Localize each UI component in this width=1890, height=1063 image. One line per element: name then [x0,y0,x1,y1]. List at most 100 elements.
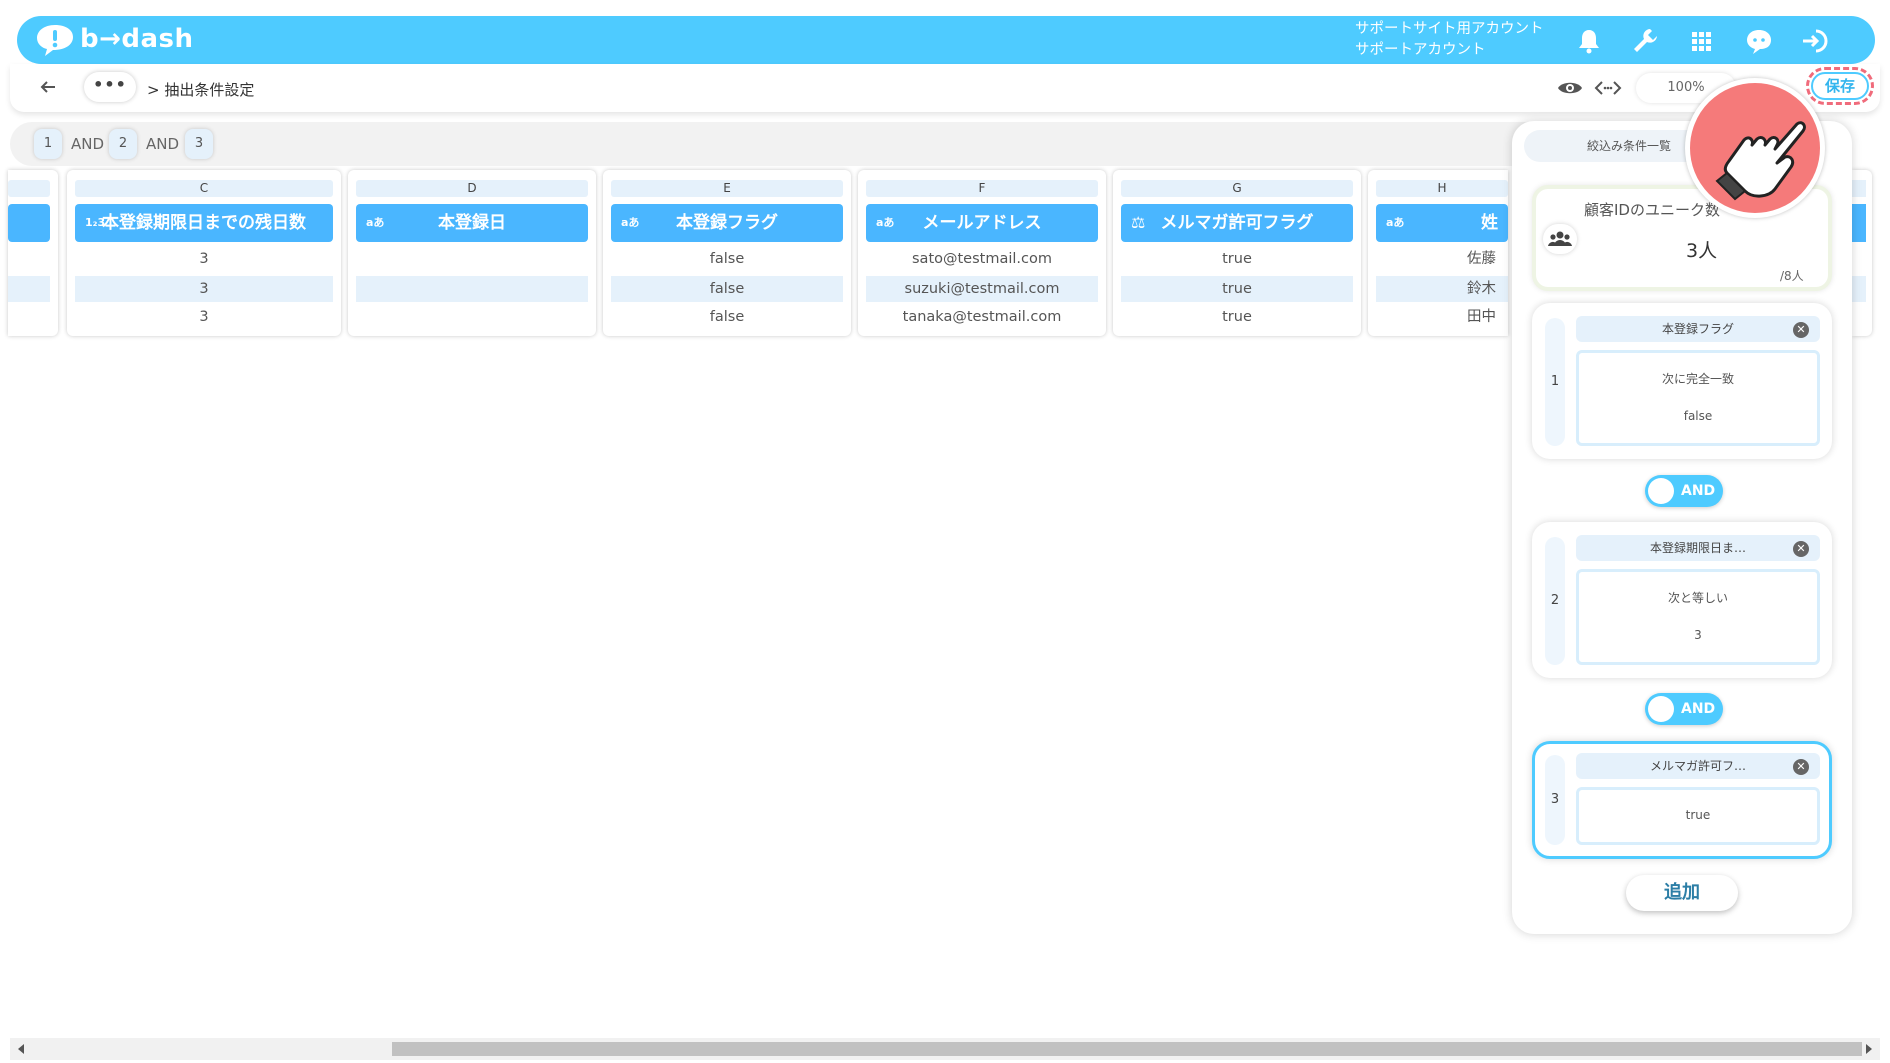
boolean-type-icon: ⚖ [1131,213,1146,232]
column-name: メールアドレス [922,213,1042,233]
column-letter: G [1121,180,1353,197]
table-column-g: G ⚖ メルマガ許可フラグ true true true [1113,170,1361,336]
and-toggle[interactable]: AND [1645,475,1723,507]
formula-and: AND [71,135,105,153]
logo-text: b→dash [80,24,194,54]
table-cell: 3 [75,276,333,302]
logout-icon[interactable] [1800,26,1830,56]
condition-operator: 次と等しい [1667,591,1728,605]
pointing-hand-icon [1715,121,1806,201]
table-cell: 3 [199,309,209,325]
unique-count-total: /8人 [1780,269,1804,283]
eye-icon[interactable] [1556,78,1584,98]
wrench-icon[interactable] [1630,26,1660,56]
breadcrumb: > 抽出条件設定 [147,81,255,99]
scroll-right-arrow-icon[interactable] [1866,1044,1872,1054]
scrollbar-thumb[interactable] [392,1042,1862,1056]
close-icon[interactable]: ✕ [1793,322,1809,338]
condition-number: 2 [1545,537,1565,665]
text-type-icon: aあ [876,216,895,229]
users-icon [1543,224,1577,254]
unique-count-label: 顧客IDのユニーク数 [1584,201,1720,219]
column-header[interactable]: ⚖ メルマガ許可フラグ [1121,204,1353,242]
column-letter [1852,180,1866,197]
table-cell [1852,276,1866,302]
table-cell: sato@testmail.com [912,251,1052,267]
text-type-icon: aあ [1386,216,1405,229]
bell-icon[interactable] [1574,26,1604,56]
table-cell: 3 [199,251,209,267]
table-cell: 田中 [1467,309,1496,325]
column-header[interactable]: aあ 本登録フラグ [611,204,843,242]
column-letter: F [866,180,1098,197]
account-site: サポートサイト用アカウント [1355,21,1544,37]
table-column-partial [8,170,58,336]
table-column-h: H aあ 姓 佐藤 鈴木 田中 [1368,170,1508,336]
table-cell: 鈴木 [1376,276,1508,302]
toggle-label: AND [1681,701,1716,717]
column-header[interactable] [8,204,50,242]
column-name: 本登録期限日までの残日数 [102,213,306,233]
table-cell: tanaka@testmail.com [902,309,1062,325]
column-name: 本登録フラグ [676,213,778,233]
and-toggle[interactable]: AND [1645,693,1723,725]
scroll-left-arrow-icon[interactable] [18,1044,24,1054]
column-letter: H [1376,180,1508,197]
formula-and: AND [146,135,180,153]
table-column-partial-right [1852,170,1872,336]
condition-value: true [1685,808,1711,822]
account-name: サポートアカウント [1355,42,1486,58]
table-cell: suzuki@testmail.com [866,276,1098,302]
table-column-d: D aあ 本登録日 [348,170,596,336]
column-header[interactable]: 1₂3 本登録期限日までの残日数 [75,204,333,242]
table-cell: 佐藤 [1467,251,1496,267]
code-view-icon[interactable] [1594,78,1622,98]
condition-body[interactable] [1576,569,1820,665]
table-cell [356,276,588,302]
back-arrow-icon[interactable] [37,76,59,98]
save-button[interactable]: 保存 [1811,72,1869,100]
condition-operator: 次に完全一致 [1661,372,1734,386]
formula-chip-2[interactable]: 2 [109,129,137,159]
column-name: 本登録日 [438,213,506,233]
unique-count-value: 3人 [1686,240,1718,262]
add-condition-button[interactable]: 追加 [1626,875,1738,911]
column-letter: C [75,180,333,197]
column-header[interactable]: aあ 姓 [1376,204,1508,242]
column-letter: D [356,180,588,197]
toggle-knob [1648,696,1674,722]
column-header[interactable] [1852,204,1866,242]
condition-number: 1 [1545,318,1565,446]
condition-title: メルマガ許可フ… [1576,753,1820,779]
more-button[interactable]: ••• [84,72,136,102]
formula-chip-3[interactable]: 3 [185,129,213,159]
text-type-icon: aあ [621,216,640,229]
apps-grid-icon[interactable] [1686,26,1716,56]
close-icon[interactable]: ✕ [1793,541,1809,557]
formula-chip-1[interactable]: 1 [34,129,62,159]
column-letter: E [611,180,843,197]
account-info[interactable]: サポートサイト用アカウント サポートアカウント [1355,19,1544,61]
text-type-icon: aあ [366,216,385,229]
table-cell: false [709,309,745,325]
column-letter [8,180,50,197]
table-cell [356,304,588,330]
table-cell: false [611,276,843,302]
close-icon[interactable]: ✕ [1793,759,1809,775]
chat-icon[interactable] [1744,26,1774,56]
table-cell: true [1121,276,1353,302]
condition-value: 3 [1694,628,1702,642]
condition-title: 本登録期限日ま… [1576,535,1820,561]
condition-title: 本登録フラグ [1576,316,1820,342]
condition-body[interactable] [1576,350,1820,446]
column-name: メルマガ許可フラグ [1160,213,1314,233]
column-header[interactable]: aあ メールアドレス [866,204,1098,242]
table-column-f: F aあ メールアドレス sato@testmail.com suzuki@tes… [858,170,1106,336]
table-cell [8,276,50,302]
condition-number: 3 [1545,755,1565,845]
column-header[interactable]: aあ 本登録日 [356,204,588,242]
column-name: 姓 [1481,213,1498,233]
table-cell: false [709,251,745,267]
table-column-e: E aあ 本登録フラグ false false false [603,170,851,336]
number-type-icon: 1₂3 [85,216,106,229]
